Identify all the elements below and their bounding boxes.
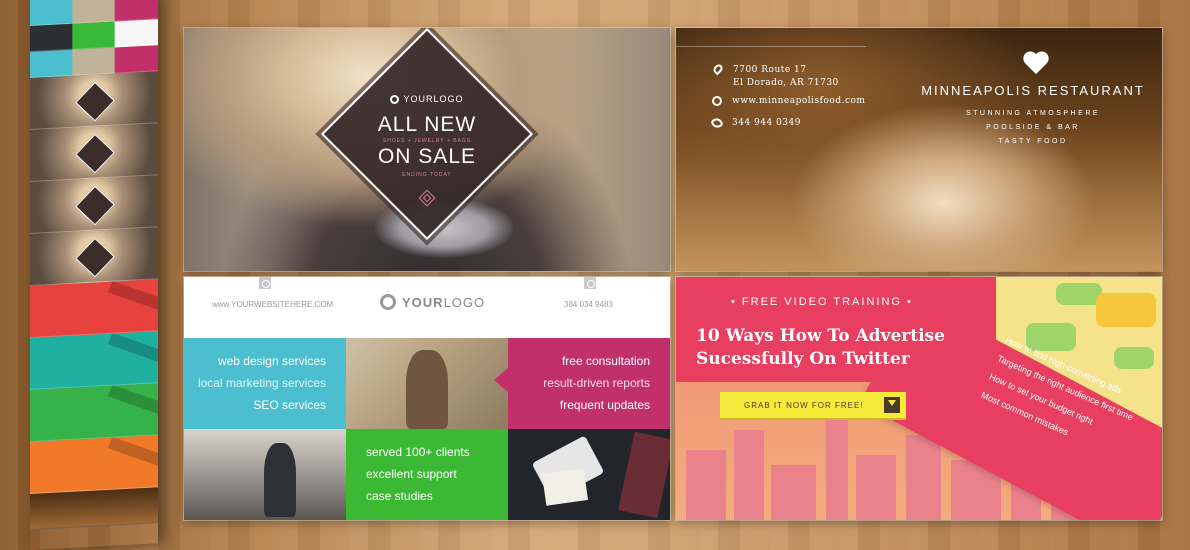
sale-logo-text: YOURLOGO <box>403 94 464 104</box>
chat-bubble-icon <box>1096 293 1156 327</box>
business-header: www.YOURWEBSITEHERE.COM YOURLOGO 384 034… <box>184 277 670 338</box>
services-cell-blue: web design services local marketing serv… <box>184 338 346 429</box>
grab-it-button[interactable]: GRAB IT NOW FOR FREE! <box>720 392 906 418</box>
phone-tab-icon <box>584 277 596 289</box>
sale-banner: YOURLOGO ALL NEW SHOES + JEWELRY + BAGS … <box>184 28 670 271</box>
folder-image <box>618 431 670 519</box>
restaurant-banner: 7700 Route 17 El Dorado, AR 71730 www.min… <box>676 28 1162 271</box>
thumbnail-sale-3[interactable] <box>30 175 158 234</box>
restaurant-title: MINNEAPOLIS RESTAURANT <box>921 83 1145 98</box>
thumbnail-strip[interactable] <box>30 0 158 550</box>
sale-headline-1: ALL NEW <box>377 113 477 136</box>
service-item: case studies <box>366 489 433 503</box>
restaurant-phone: 344 944 0349 <box>732 118 801 128</box>
sale-ending: ENDING TODAY <box>402 172 452 178</box>
pointer-arrow <box>332 368 346 392</box>
photo-man-desk <box>346 338 508 429</box>
tagline-2: POOLSIDE & BAR <box>986 124 1080 131</box>
service-item: SEO services <box>253 398 326 412</box>
thumbnail-sale-1[interactable] <box>30 71 158 130</box>
phone-block: 344 944 0349 <box>710 116 801 130</box>
business-banner: www.YOURWEBSITEHERE.COM YOURLOGO 384 034… <box>184 277 670 520</box>
photo-desk-top <box>508 429 670 520</box>
chat-bubble-icon <box>1114 347 1154 369</box>
logo-light: LOGO <box>443 294 486 310</box>
thumbnail-sale-4[interactable] <box>30 227 158 286</box>
logo-bold: YOUR <box>402 294 444 310</box>
heart-icon <box>1023 52 1049 76</box>
phone-icon <box>710 116 724 130</box>
ad-title: 10 Ways How To Advertise Sucessfully On … <box>696 325 996 371</box>
service-item: excellent support <box>366 467 457 481</box>
thumbnail-restaurant[interactable] <box>30 487 158 530</box>
thumbnail-sale-2[interactable] <box>30 123 158 182</box>
service-item: web design services <box>217 354 326 368</box>
services-cell-green: served 100+ clients excellent support ca… <box>346 429 508 520</box>
address-line-2: El Dorado, AR 71730 <box>733 78 839 88</box>
services-cell-magenta: free consultation result-driven reports … <box>494 338 670 429</box>
twitter-ad-banner: • FREE VIDEO TRAINING • 10 Ways How To A… <box>676 277 1162 520</box>
tagline-3: TASTY FOOD <box>998 138 1068 145</box>
logo-ring-icon <box>390 94 400 104</box>
restaurant-website: www.minneapolisfood.com <box>732 96 866 106</box>
website-block: www.minneapolisfood.com <box>712 95 865 108</box>
service-item: free consultation <box>561 354 650 368</box>
business-phone: 384 034 9483 <box>564 300 613 309</box>
thumbnail-ad-red[interactable] <box>30 279 158 338</box>
service-item: result-driven reports <box>543 376 650 390</box>
ad-title-line-1: 10 Ways How To Advertise <box>696 326 945 346</box>
thumbnail-ad-orange[interactable] <box>30 435 158 494</box>
service-item: local marketing services <box>197 376 326 390</box>
ad-kicker: • FREE VIDEO TRAINING • <box>731 296 913 308</box>
sale-headline-2: ON SALE <box>377 145 477 168</box>
grab-it-label: GRAB IT NOW FOR FREE! <box>744 400 864 410</box>
service-item: frequent updates <box>559 398 650 412</box>
pointer-arrow <box>494 368 508 392</box>
tagline-1: STUNNING ATMOSPHERE <box>965 110 1101 117</box>
ad-title-line-2: Sucessfully On Twitter <box>696 349 910 369</box>
photo-man-sofa <box>184 429 346 520</box>
download-icon <box>884 397 900 413</box>
globe-icon <box>712 96 722 106</box>
thumbnail-ad-green[interactable] <box>30 383 158 442</box>
business-logo: YOURLOGO <box>380 294 485 310</box>
diamond-ornament-icon <box>418 189 436 207</box>
business-website: www.YOURWEBSITEHERE.COM <box>212 300 334 309</box>
divider <box>676 46 866 47</box>
thumbnail-ad-teal[interactable] <box>30 331 158 390</box>
notebook-image <box>541 468 589 506</box>
address-line-1: 7700 Route 17 <box>733 65 807 75</box>
address-block: 7700 Route 17 El Dorado, AR 71730 <box>711 62 839 90</box>
service-item: served 100+ clients <box>366 445 470 459</box>
globe-tab-icon <box>259 277 271 289</box>
logo-ring-icon <box>380 294 396 310</box>
location-pin-icon <box>711 62 725 76</box>
